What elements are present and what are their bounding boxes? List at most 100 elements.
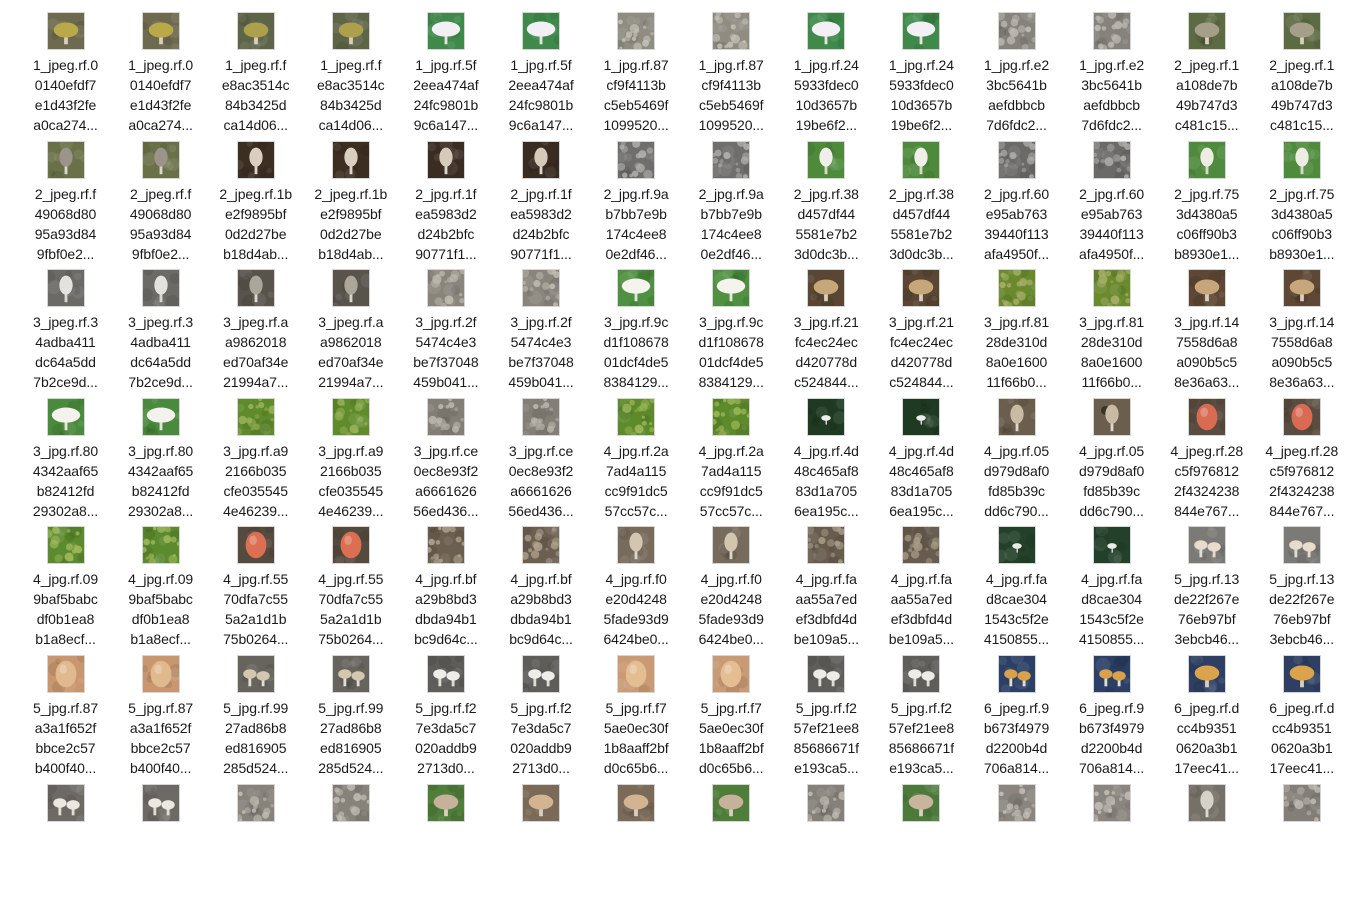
file-item[interactable]: 1_jpg.rf.24 5933fdec0 10d3657b 19be6f2... — [779, 0, 874, 133]
file-item[interactable]: 4_jpg.rf.fa aa55a7ed ef3dbfd4d be109a5... — [779, 514, 874, 647]
file-item[interactable]: 2_jpg.rf.75 3d4380a5 c06ff90b3 b8930e1... — [1159, 129, 1254, 262]
file-item[interactable]: 6_jpeg.rf.9 b673f4979 d2200b4d 706a814... — [1064, 643, 1159, 776]
file-item[interactable]: 4_jpg.rf.f0 e20d4248 5fade93d9 6424be0... — [684, 514, 779, 647]
file-item[interactable]: 5_jpg.rf.f2 57ef21ee8 85686671f e193ca5... — [874, 643, 969, 776]
file-item[interactable]: 3_jpg.rf.9c d1f108678 01dcf4de5 8384129... — [589, 257, 684, 390]
file-item[interactable]: 6_jpeg.rf.d cc4b9351 0620a3b1 17eec41... — [1254, 643, 1349, 776]
file-item[interactable] — [779, 772, 874, 900]
file-item[interactable]: 5_jpg.rf.87 a3a1f652f bbce2c57 b400f40... — [113, 643, 208, 776]
file-item[interactable]: 5_jpg.rf.f2 7e3da5c7 020addb9 2713d0... — [494, 643, 589, 776]
file-item[interactable]: 1_jpeg.rf.f e8ac3514c 84b3425d ca14d06... — [208, 0, 303, 133]
file-item[interactable]: 3_jpg.rf.2f 5474c4e3 be7f37048 459b041... — [398, 257, 493, 390]
file-item[interactable]: 3_jpg.rf.9c d1f108678 01dcf4de5 8384129... — [684, 257, 779, 390]
file-item[interactable]: 6_jpeg.rf.d cc4b9351 0620a3b1 17eec41... — [1159, 643, 1254, 776]
file-name-line: 1_jpeg.rf.f — [225, 57, 287, 73]
file-item[interactable]: 4_jpg.rf.09 9baf5babc df0b1ea8 b1a8ecf... — [113, 514, 208, 647]
file-item[interactable]: 3_jpeg.rf.3 4adba411 dc64a5dd 7b2ce9d... — [18, 257, 113, 390]
file-item[interactable]: 4_jpg.rf.fa d8cae304 1543c5f2e 4150855... — [1064, 514, 1159, 647]
file-item[interactable] — [303, 772, 398, 900]
file-item[interactable]: 3_jpg.rf.a9 2166b035 cfe035545 4e46239... — [303, 386, 398, 519]
file-item[interactable] — [684, 772, 779, 900]
file-item[interactable]: 4_jpg.rf.55 70dfa7c55 5a2a1d1b 75b0264... — [303, 514, 398, 647]
file-item[interactable]: 5_jpg.rf.99 27ad86b8 ed816905 285d524... — [303, 643, 398, 776]
file-item[interactable]: 3_jpg.rf.21 fc4ec24ec d420778d c524844... — [874, 257, 969, 390]
file-item[interactable]: 1_jpg.rf.5f 2eea474af 24fc9801b 9c6a147... — [398, 0, 493, 133]
file-item[interactable]: 4_jpg.rf.bf a29b8bd3 dbda94b1 bc9d64c... — [398, 514, 493, 647]
file-item[interactable] — [18, 772, 113, 900]
file-item[interactable]: 5_jpg.rf.99 27ad86b8 ed816905 285d524... — [208, 643, 303, 776]
file-item[interactable]: 4_jpg.rf.2a 7ad4a115 cc9f91dc5 57cc57c... — [684, 386, 779, 519]
file-item[interactable]: 3_jpg.rf.a9 2166b035 cfe035545 4e46239... — [208, 386, 303, 519]
file-item[interactable]: 4_jpg.rf.fa aa55a7ed ef3dbfd4d be109a5... — [874, 514, 969, 647]
file-item[interactable]: 1_jpg.rf.e2 3bc5641b aefdbbcb 7d6fdc2... — [1064, 0, 1159, 133]
file-item[interactable]: 2_jpg.rf.1f ea5983d2 d24b2bfc 90771f1... — [494, 129, 589, 262]
file-item[interactable]: 4_jpeg.rf.28 c5f976812 2f4324238 844e767... — [1159, 386, 1254, 519]
file-item[interactable]: 1_jpg.rf.87 cf9f4113b c5eb5469f 1099520... — [684, 0, 779, 133]
file-item[interactable] — [208, 772, 303, 900]
file-name-line: 020addb9 — [510, 740, 572, 756]
file-item[interactable]: 2_jpeg.rf.f 49068d80 95a93d84 9fbf0e2... — [18, 129, 113, 262]
file-item[interactable]: 4_jpg.rf.55 70dfa7c55 5a2a1d1b 75b0264... — [208, 514, 303, 647]
file-item[interactable]: 3_jpg.rf.14 7558d6a8 a090b5c5 8e36a63... — [1254, 257, 1349, 390]
file-item[interactable]: 3_jpg.rf.21 fc4ec24ec d420778d c524844... — [779, 257, 874, 390]
file-item[interactable]: 5_jpg.rf.f2 7e3da5c7 020addb9 2713d0... — [398, 643, 493, 776]
file-item[interactable]: 3_jpeg.rf.3 4adba411 dc64a5dd 7b2ce9d... — [113, 257, 208, 390]
file-item[interactable]: 1_jpg.rf.87 cf9f4113b c5eb5469f 1099520... — [589, 0, 684, 133]
file-item[interactable]: 2_jpeg.rf.1b e2f9895bf 0d2d27be b18d4ab... — [303, 129, 398, 262]
file-item[interactable]: 5_jpg.rf.f2 57ef21ee8 85686671f e193ca5... — [779, 643, 874, 776]
file-item[interactable]: 3_jpg.rf.81 28de310d 8a0e1600 11f66b0... — [969, 257, 1064, 390]
file-item[interactable]: 3_jpg.rf.81 28de310d 8a0e1600 11f66b0... — [1064, 257, 1159, 390]
file-item[interactable]: 3_jpg.rf.80 4342aaf65 b82412fd 29302a8... — [113, 386, 208, 519]
file-item[interactable]: 3_jpg.rf.14 7558d6a8 a090b5c5 8e36a63... — [1159, 257, 1254, 390]
file-item[interactable]: 4_jpg.rf.05 d979d8af0 fd85b39c dd6c790... — [1064, 386, 1159, 519]
file-item[interactable]: 2_jpg.rf.9a b7bb7e9b 174c4ee8 0e2df46... — [589, 129, 684, 262]
file-item[interactable]: 3_jpg.rf.2f 5474c4e3 be7f37048 459b041... — [494, 257, 589, 390]
file-item[interactable] — [1254, 772, 1349, 900]
file-item[interactable]: 2_jpg.rf.38 d457df44 5581e7b2 3d0dc3b... — [779, 129, 874, 262]
file-item[interactable]: 2_jpeg.rf.f 49068d80 95a93d84 9fbf0e2... — [113, 129, 208, 262]
file-item[interactable]: 2_jpg.rf.60 e95ab763 39440f113 afa4950f... — [969, 129, 1064, 262]
file-item[interactable]: 1_jpg.rf.e2 3bc5641b aefdbbcb 7d6fdc2... — [969, 0, 1064, 133]
file-item[interactable]: 4_jpeg.rf.28 c5f976812 2f4324238 844e767... — [1254, 386, 1349, 519]
file-item[interactable]: 5_jpg.rf.13 de22f267e 76eb97bf 3ebcb46... — [1159, 514, 1254, 647]
file-item[interactable]: 4_jpg.rf.2a 7ad4a115 cc9f91dc5 57cc57c... — [589, 386, 684, 519]
file-item[interactable]: 1_jpg.rf.5f 2eea474af 24fc9801b 9c6a147... — [494, 0, 589, 133]
file-item[interactable]: 1_jpeg.rf.f e8ac3514c 84b3425d ca14d06... — [303, 0, 398, 133]
file-item[interactable]: 4_jpg.rf.f0 e20d4248 5fade93d9 6424be0... — [589, 514, 684, 647]
file-item[interactable] — [1064, 772, 1159, 900]
file-item[interactable]: 3_jpg.rf.80 4342aaf65 b82412fd 29302a8... — [18, 386, 113, 519]
file-item[interactable]: 2_jpg.rf.60 e95ab763 39440f113 afa4950f... — [1064, 129, 1159, 262]
file-item[interactable]: 4_jpg.rf.bf a29b8bd3 dbda94b1 bc9d64c... — [494, 514, 589, 647]
file-item[interactable]: 5_jpg.rf.f7 5ae0ec30f 1b8aaff2bf d0c65b6... — [589, 643, 684, 776]
file-item[interactable]: 2_jpg.rf.9a b7bb7e9b 174c4ee8 0e2df46... — [684, 129, 779, 262]
file-item[interactable]: 5_jpg.rf.f7 5ae0ec30f 1b8aaff2bf d0c65b6... — [684, 643, 779, 776]
file-item[interactable]: 4_jpg.rf.fa d8cae304 1543c5f2e 4150855... — [969, 514, 1064, 647]
file-item[interactable]: 2_jpeg.rf.1 a108de7b 49b747d3 c481c15... — [1159, 0, 1254, 133]
file-item[interactable] — [398, 772, 493, 900]
file-item[interactable]: 5_jpg.rf.13 de22f267e 76eb97bf 3ebcb46... — [1254, 514, 1349, 647]
file-item[interactable]: 1_jpeg.rf.0 0140efdf7 e1d43f2fe a0ca274... — [113, 0, 208, 133]
file-item[interactable] — [969, 772, 1064, 900]
file-item[interactable] — [494, 772, 589, 900]
file-item[interactable]: 3_jpg.rf.ce 0ec8e93f2 a6661626 56ed436... — [494, 386, 589, 519]
file-item[interactable] — [874, 772, 969, 900]
file-item[interactable]: 3_jpeg.rf.a a9862018 ed70af34e 21994a7... — [303, 257, 398, 390]
file-item[interactable]: 2_jpg.rf.1f ea5983d2 d24b2bfc 90771f1... — [398, 129, 493, 262]
file-item[interactable]: 4_jpg.rf.05 d979d8af0 fd85b39c dd6c790... — [969, 386, 1064, 519]
file-item[interactable] — [589, 772, 684, 900]
file-item[interactable] — [1159, 772, 1254, 900]
file-item[interactable]: 1_jpg.rf.24 5933fdec0 10d3657b 19be6f2... — [874, 0, 969, 133]
file-item[interactable]: 2_jpeg.rf.1 a108de7b 49b747d3 c481c15... — [1254, 0, 1349, 133]
file-item[interactable] — [113, 772, 208, 900]
file-item[interactable]: 1_jpeg.rf.0 0140efdf7 e1d43f2fe a0ca274... — [18, 0, 113, 133]
file-item[interactable]: 2_jpg.rf.75 3d4380a5 c06ff90b3 b8930e1... — [1254, 129, 1349, 262]
file-item[interactable]: 2_jpg.rf.38 d457df44 5581e7b2 3d0dc3b... — [874, 129, 969, 262]
file-item[interactable]: 3_jpg.rf.ce 0ec8e93f2 a6661626 56ed436... — [398, 386, 493, 519]
file-item[interactable]: 4_jpg.rf.4d 48c465af8 83d1a705 6ea195c... — [779, 386, 874, 519]
file-item[interactable]: 4_jpg.rf.09 9baf5babc df0b1ea8 b1a8ecf... — [18, 514, 113, 647]
file-item[interactable]: 3_jpeg.rf.a a9862018 ed70af34e 21994a7... — [208, 257, 303, 390]
file-item[interactable]: 6_jpeg.rf.9 b673f4979 d2200b4d 706a814... — [969, 643, 1064, 776]
file-item[interactable]: 5_jpg.rf.87 a3a1f652f bbce2c57 b400f40... — [18, 643, 113, 776]
file-item[interactable]: 4_jpg.rf.4d 48c465af8 83d1a705 6ea195c... — [874, 386, 969, 519]
file-item[interactable]: 2_jpeg.rf.1b e2f9895bf 0d2d27be b18d4ab... — [208, 129, 303, 262]
